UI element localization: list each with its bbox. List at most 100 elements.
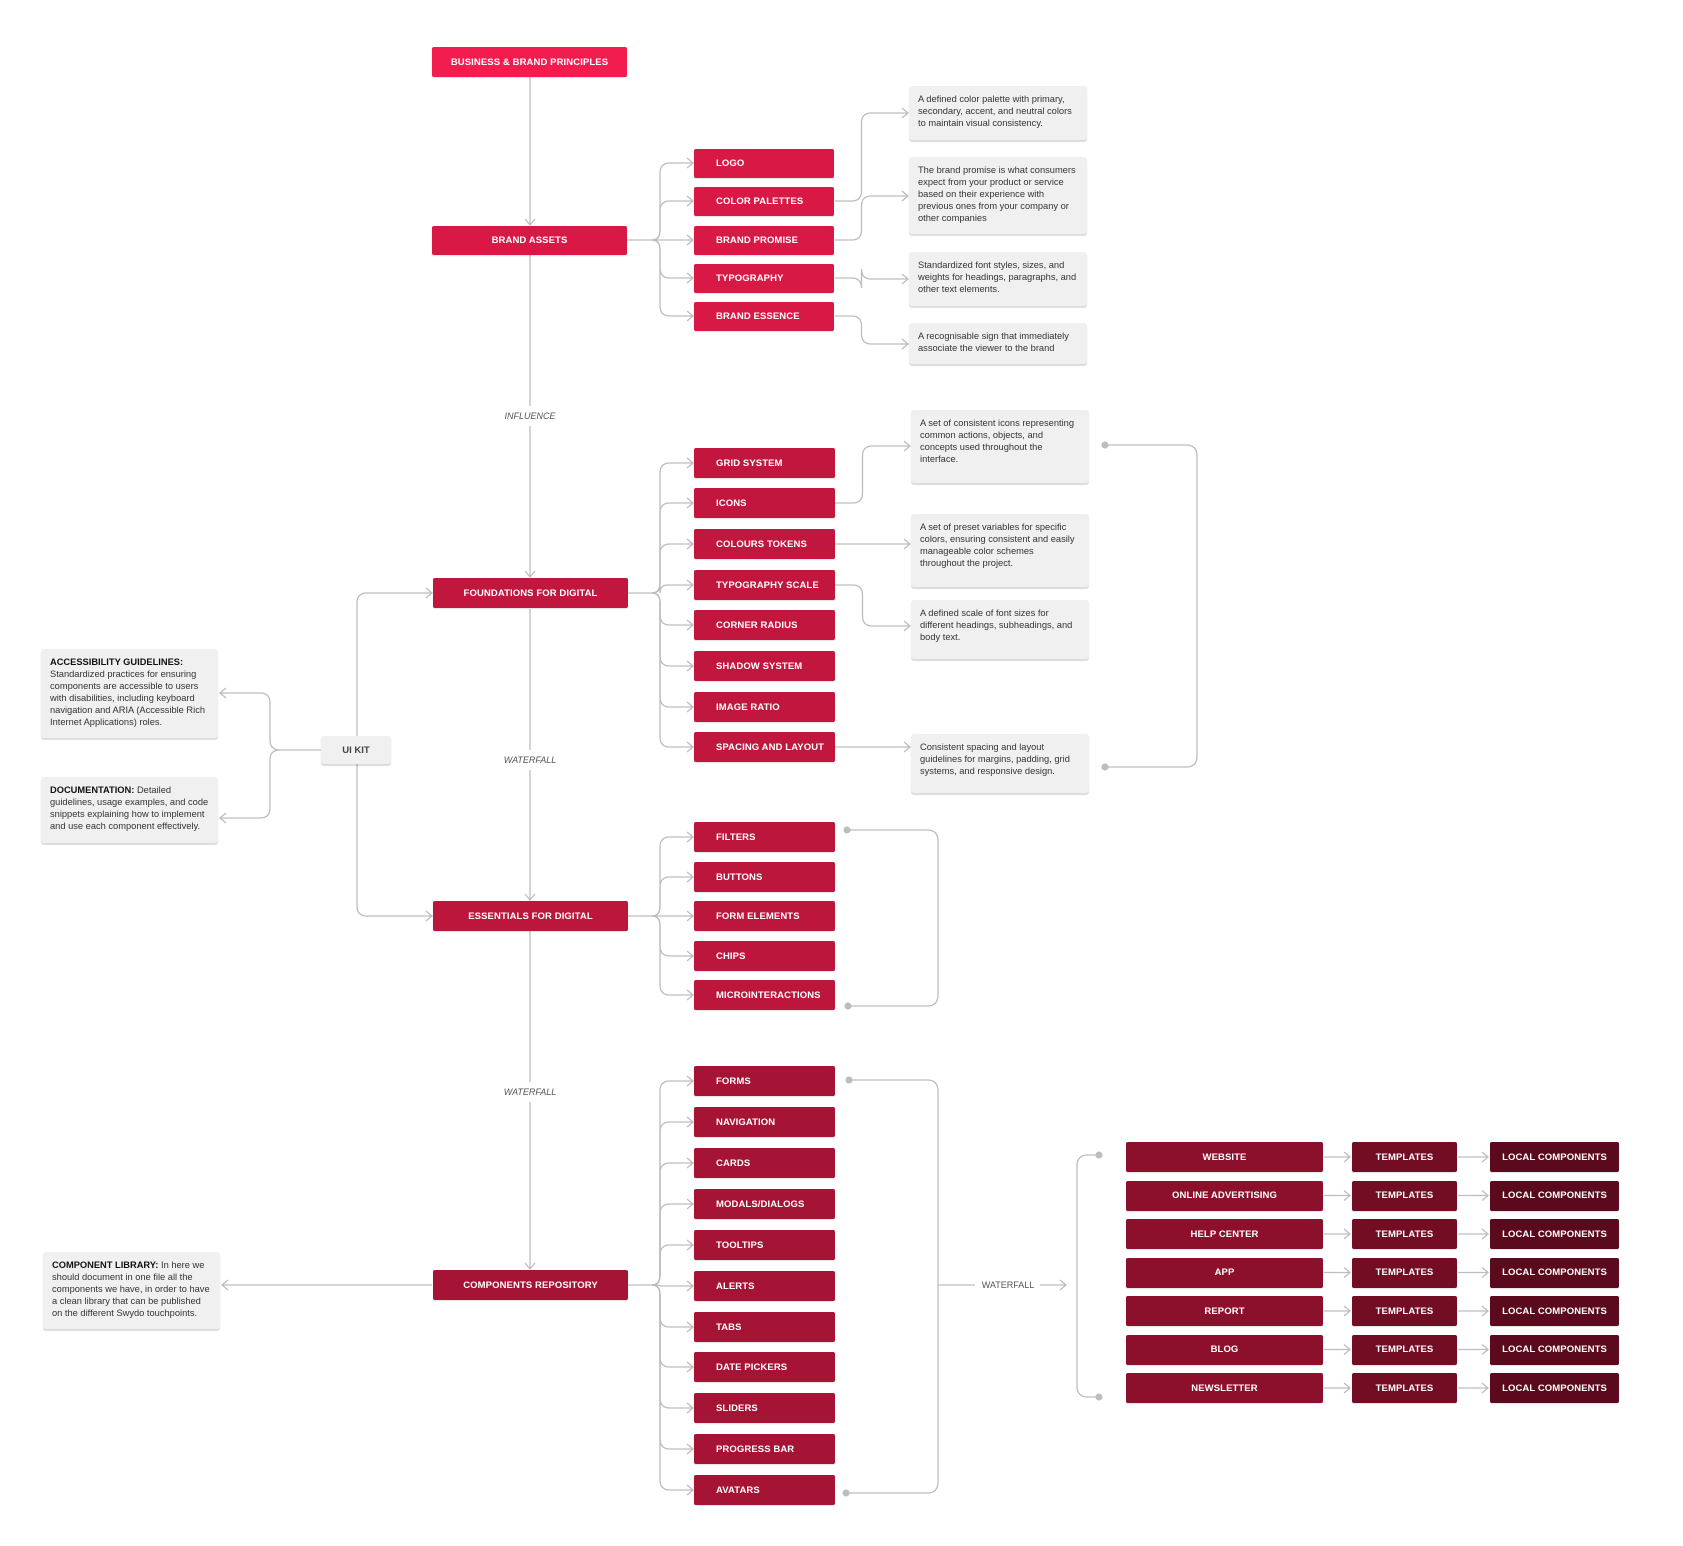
node-templates[interactable]: TEMPLATES xyxy=(1352,1180,1457,1211)
note-icons: A set of consistent icons representing c… xyxy=(911,410,1089,483)
node-local-components[interactable]: LOCAL COMPONENTS xyxy=(1490,1257,1619,1288)
node-brand-promise[interactable]: BRAND PROMISE xyxy=(694,226,834,255)
connector-line xyxy=(651,239,693,279)
node-typography-scale[interactable]: TYPOGRAPHY SCALE xyxy=(694,570,835,600)
connector-line xyxy=(651,1162,693,1286)
node-cards[interactable]: CARDS xyxy=(694,1148,835,1178)
connector-line xyxy=(651,915,693,957)
node-buttons[interactable]: BUTTONS xyxy=(694,862,835,892)
node-modals-dialogs[interactable]: MODALS/DIALOGS xyxy=(694,1189,835,1219)
node-typography[interactable]: TYPOGRAPHY xyxy=(694,264,834,293)
edge-label-waterfall-channels: WATERFALL xyxy=(981,1278,1035,1292)
node-templates[interactable]: TEMPLATES xyxy=(1352,1219,1457,1249)
node-tooltips[interactable]: TOOLTIPS xyxy=(694,1230,835,1260)
node-color-palettes[interactable]: COLOR PALETTES xyxy=(694,187,834,216)
node-channel-newsletter[interactable]: NEWSLETTER xyxy=(1126,1373,1323,1403)
note-component-library: COMPONENT LIBRARY: In here we should doc… xyxy=(43,1252,220,1329)
node-brand-essence[interactable]: BRAND ESSENCE xyxy=(694,302,834,331)
node-templates[interactable]: TEMPLATES xyxy=(1352,1373,1457,1403)
node-icons[interactable]: ICONS xyxy=(694,488,835,518)
node-ui-kit[interactable]: UI KIT xyxy=(321,736,391,764)
node-avatars[interactable]: AVATARS xyxy=(694,1475,835,1505)
note-colours-tokens: A set of preset variables for specific c… xyxy=(911,514,1089,587)
node-sliders[interactable]: SLIDERS xyxy=(694,1393,835,1423)
connector-line xyxy=(651,584,693,594)
node-local-components[interactable]: LOCAL COMPONENTS xyxy=(1490,1142,1619,1172)
note-brand-promise: The brand promise is what consumers expe… xyxy=(909,157,1087,234)
note-documentation: DOCUMENTATION: Detailed guidelines, usag… xyxy=(41,777,218,843)
node-channel-online-advertising[interactable]: ONLINE ADVERTISING xyxy=(1126,1180,1323,1211)
connector-line xyxy=(847,829,939,1007)
node-shadow-system[interactable]: SHADOW SYSTEM xyxy=(694,651,835,681)
node-templates[interactable]: TEMPLATES xyxy=(1352,1257,1457,1288)
node-local-components[interactable]: LOCAL COMPONENTS xyxy=(1490,1334,1619,1365)
connector-line xyxy=(651,876,693,917)
connector-line xyxy=(835,268,908,289)
node-alerts[interactable]: ALERTS xyxy=(694,1271,835,1301)
node-local-components[interactable]: LOCAL COMPONENTS xyxy=(1490,1373,1619,1403)
node-channel-website[interactable]: WEBSITE xyxy=(1126,1142,1323,1172)
node-filters[interactable]: FILTERS xyxy=(694,822,835,852)
connector-line xyxy=(651,462,693,594)
node-colours-tokens[interactable]: COLOURS TOKENS xyxy=(694,529,835,559)
note-typography: Standardized font styles, sizes, and wei… xyxy=(909,252,1087,306)
node-microinteractions[interactable]: MICROINTERACTIONS xyxy=(694,980,835,1010)
note-title: COMPONENT LIBRARY: xyxy=(52,1260,159,1270)
note-accessibility-guidelines: ACCESSIBILITY GUIDELINES: Standardized p… xyxy=(41,649,218,738)
node-components-repository[interactable]: COMPONENTS REPOSITORY xyxy=(433,1270,628,1300)
node-business-brand-principles[interactable]: BUSINESS & BRAND PRINCIPLES xyxy=(432,47,627,77)
note-title: ACCESSIBILITY GUIDELINES: xyxy=(50,657,184,667)
connector-line xyxy=(651,592,693,748)
node-foundations-for-digital[interactable]: FOUNDATIONS FOR DIGITAL xyxy=(433,578,628,608)
node-local-components[interactable]: LOCAL COMPONENTS xyxy=(1490,1180,1619,1211)
connector-line xyxy=(651,592,693,708)
edge-label-waterfall: WATERFALL xyxy=(503,753,557,767)
note-spacing-and-layout: Consistent spacing and layout guidelines… xyxy=(911,734,1089,793)
connector-line xyxy=(1076,1154,1099,1398)
node-channel-app[interactable]: APP xyxy=(1126,1257,1323,1288)
node-corner-radius[interactable]: CORNER RADIUS xyxy=(694,610,835,640)
node-local-components[interactable]: LOCAL COMPONENTS xyxy=(1490,1296,1619,1326)
node-templates[interactable]: TEMPLATES xyxy=(1352,1296,1457,1326)
connector-line xyxy=(651,1244,693,1286)
node-local-components[interactable]: LOCAL COMPONENTS xyxy=(1490,1219,1619,1249)
node-forms[interactable]: FORMS xyxy=(694,1066,835,1096)
node-channel-help-center[interactable]: HELP CENTER xyxy=(1126,1219,1323,1249)
connector-line xyxy=(651,1080,693,1286)
connector-line xyxy=(835,112,908,202)
node-channel-blog[interactable]: BLOG xyxy=(1126,1334,1323,1365)
node-tabs[interactable]: TABS xyxy=(694,1312,835,1342)
node-templates[interactable]: TEMPLATES xyxy=(1352,1142,1457,1172)
connector-line xyxy=(651,200,693,241)
connector-line xyxy=(835,445,910,504)
note-color-palettes: A defined color palette with primary, se… xyxy=(909,86,1087,140)
node-channel-report[interactable]: REPORT xyxy=(1126,1296,1323,1326)
note-typography-scale: A defined scale of font sizes for differ… xyxy=(911,600,1089,659)
node-grid-system[interactable]: GRID SYSTEM xyxy=(694,448,835,478)
node-form-elements[interactable]: FORM ELEMENTS xyxy=(694,901,835,931)
connector-line xyxy=(651,1284,693,1287)
edge-label-influence: INFLUENCE xyxy=(504,409,556,423)
node-date-pickers[interactable]: DATE PICKERS xyxy=(694,1352,835,1382)
node-image-ratio[interactable]: IMAGE RATIO xyxy=(694,692,835,722)
node-templates[interactable]: TEMPLATES xyxy=(1352,1334,1457,1365)
connector-line xyxy=(835,315,908,345)
connector-line xyxy=(835,584,910,627)
node-brand-assets[interactable]: BRAND ASSETS xyxy=(432,226,627,255)
note-body: Standardized practices for ensuring comp… xyxy=(50,669,206,727)
connector-line xyxy=(651,1284,693,1328)
node-chips[interactable]: CHIPS xyxy=(694,941,835,971)
connector-line xyxy=(220,749,281,819)
node-progress-bar[interactable]: PROGRESS BAR xyxy=(694,1434,835,1464)
note-brand-essence: A recognisable sign that immediately ass… xyxy=(909,323,1087,364)
connector-line xyxy=(651,1284,693,1491)
connector-line xyxy=(651,502,693,594)
node-essentials-for-digital[interactable]: ESSENTIALS FOR DIGITAL xyxy=(433,901,628,931)
connector-line xyxy=(835,195,908,241)
node-navigation[interactable]: NAVIGATION xyxy=(694,1107,835,1137)
node-spacing-and-layout[interactable]: SPACING AND LAYOUT xyxy=(694,732,835,762)
connector-line xyxy=(1105,444,1198,768)
node-logo[interactable]: LOGO xyxy=(694,149,834,178)
edge-label-waterfall: WATERFALL xyxy=(503,1085,557,1099)
connector-line xyxy=(651,1284,693,1368)
